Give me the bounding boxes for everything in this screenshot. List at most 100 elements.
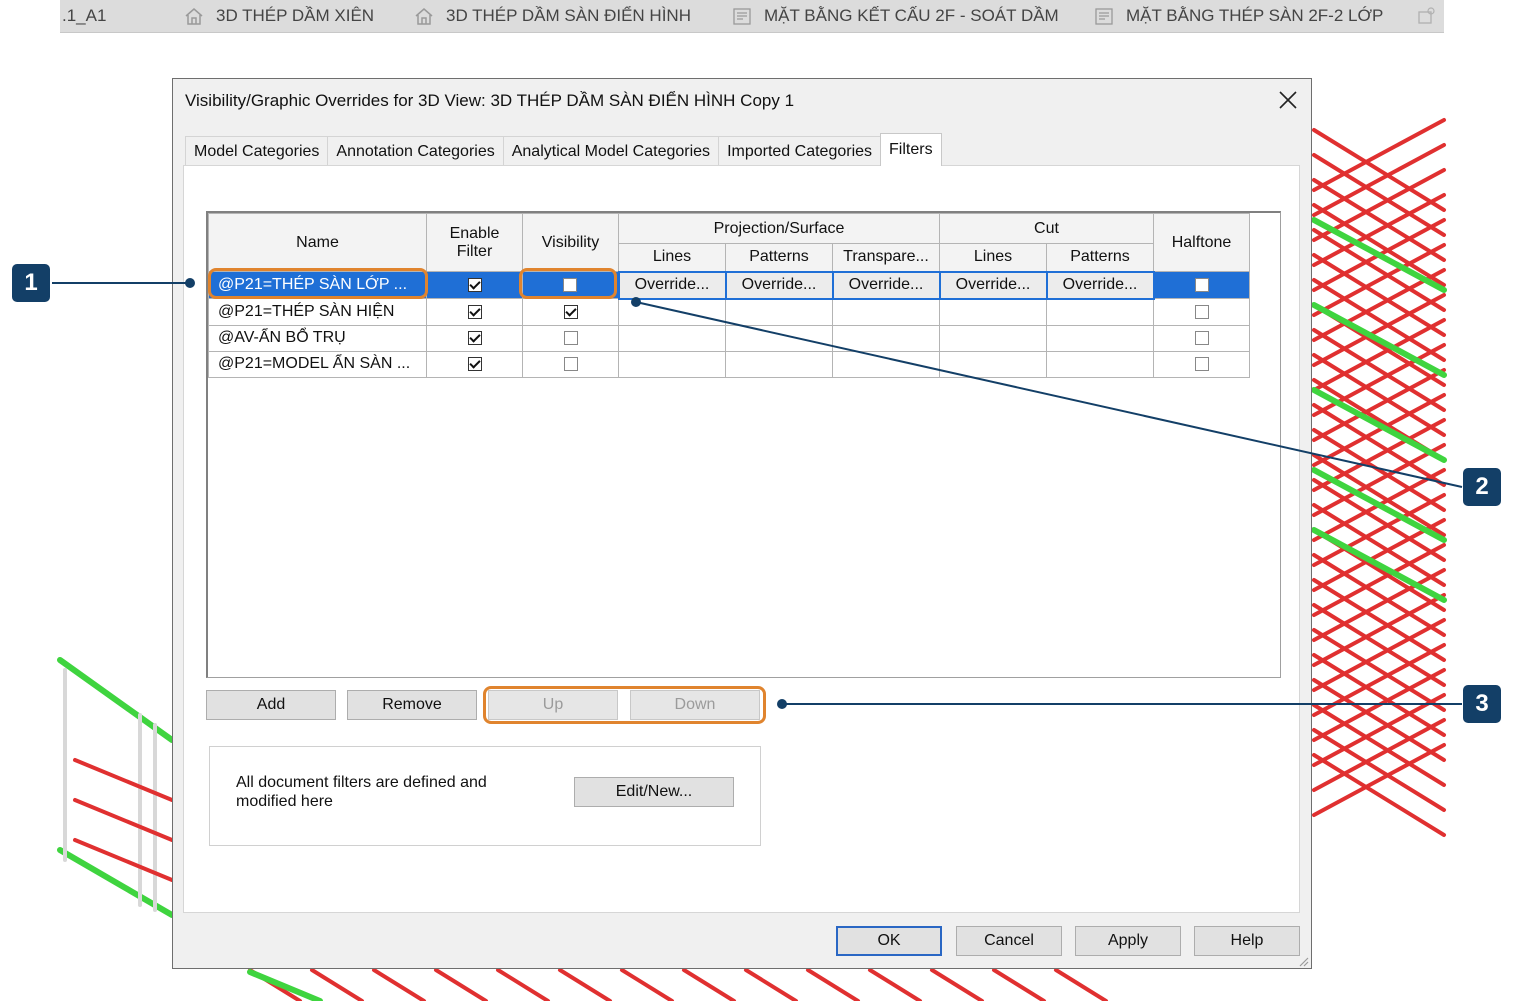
override-button[interactable]: Override... [849, 276, 924, 293]
resize-grip-icon[interactable] [1297, 954, 1309, 967]
apply-button[interactable]: Apply [1075, 926, 1181, 956]
visibility-checkbox[interactable] [563, 330, 578, 345]
proj-transparency-override-cell[interactable]: Override... [831, 270, 941, 300]
tab-imported-categories[interactable]: Imported Categories [718, 136, 882, 166]
header-text: Enable [449, 224, 500, 242]
column-header-cut-patterns[interactable]: Patterns [1046, 243, 1154, 272]
halftone-checkbox[interactable] [1194, 277, 1209, 292]
view-tab-a1[interactable]: .1_A1 [62, 0, 106, 32]
proj-patterns-override-cell[interactable] [725, 298, 833, 326]
table-row[interactable]: @P21=THÉP SÀN HIỆN [208, 298, 1250, 326]
column-header-enable-filter[interactable]: Enable Filter [426, 213, 523, 272]
view-tab-mat-bang-thep-san[interactable]: MẶT BẰNG THÉP SÀN 2F-2 LỚP [1094, 0, 1383, 32]
cut-lines-override-cell[interactable]: Override... [938, 270, 1048, 300]
proj-transparency-override-cell[interactable] [832, 298, 940, 326]
visibility-checkbox[interactable] [563, 356, 578, 371]
view-tab-3d-dam-san[interactable]: 3D THÉP DẦM SÀN ĐIỂN HÌNH [414, 0, 691, 32]
rebar-bar [1054, 968, 1108, 1001]
rebar-bar [1312, 253, 1446, 337]
halftone-cell [1153, 350, 1250, 378]
column-header-proj-lines[interactable]: Lines [618, 243, 726, 272]
tab-model-categories[interactable]: Model Categories [185, 136, 329, 166]
filter-name-cell[interactable]: @P21=MODEL ẨN SÀN ... [208, 350, 427, 378]
ok-button[interactable]: OK [836, 926, 942, 956]
column-header-proj-transparency[interactable]: Transpare... [832, 243, 940, 272]
column-header-visibility[interactable]: Visibility [522, 213, 619, 272]
override-button[interactable]: Override... [1063, 276, 1138, 293]
switch-windows-icon[interactable] [1416, 6, 1436, 26]
cut-patterns-override-cell[interactable] [1046, 350, 1154, 378]
plan-icon [732, 6, 752, 26]
table-row[interactable]: @P21=MODEL ẨN SÀN ... [208, 350, 1250, 378]
close-icon[interactable] [1277, 89, 1299, 111]
rebar-bar [806, 968, 860, 1001]
visibility-graphic-overrides-dialog: Visibility/Graphic Overrides for 3D View… [172, 78, 1312, 969]
filter-name-cell[interactable]: @P21=THÉP SÀN HIỆN [208, 298, 427, 326]
cancel-button[interactable]: Cancel [956, 926, 1062, 956]
override-button[interactable]: Override... [742, 276, 817, 293]
rebar-bar [1312, 178, 1446, 262]
tab-filters[interactable]: Filters [880, 133, 942, 166]
view-tab-mat-bang-ket-cau[interactable]: MẶT BẰNG KẾT CẤU 2F - SOÁT DẦM [732, 0, 1059, 32]
cut-lines-override-cell[interactable] [939, 324, 1047, 352]
filters-info-box: All document filters are defined and mod… [209, 746, 761, 846]
column-header-cut-lines[interactable]: Lines [939, 243, 1047, 272]
proj-lines-override-cell[interactable] [618, 298, 726, 326]
view-tab-3d-dam-xien[interactable]: 3D THÉP DẦM XIÊN [184, 0, 374, 32]
rebar-bar [1312, 403, 1446, 487]
tab-annotation-categories[interactable]: Annotation Categories [327, 136, 504, 166]
enable-filter-checkbox[interactable] [467, 356, 482, 371]
view-tab-label: .1_A1 [62, 6, 107, 25]
rebar-bar [434, 968, 488, 1001]
tab-analytical-model-categories[interactable]: Analytical Model Categories [502, 136, 720, 166]
proj-transparency-override-cell[interactable] [832, 350, 940, 378]
rebar-bar [1312, 478, 1446, 562]
proj-patterns-override-cell[interactable] [725, 350, 833, 378]
filters-info-text: All document filters are defined and mod… [236, 774, 487, 810]
add-button[interactable]: Add [206, 690, 336, 720]
enable-filter-checkbox[interactable] [467, 330, 482, 345]
rebar-bar [247, 969, 323, 1001]
enable-filter-checkbox[interactable] [467, 304, 482, 319]
proj-transparency-override-cell[interactable] [832, 324, 940, 352]
visibility-cell [522, 298, 619, 326]
halftone-checkbox[interactable] [1194, 356, 1209, 371]
override-button[interactable]: Override... [635, 276, 710, 293]
proj-lines-override-cell[interactable] [618, 350, 726, 378]
column-header-name[interactable]: Name [208, 213, 427, 272]
rebar-bar [73, 798, 174, 842]
highlight-filter-name [208, 268, 428, 299]
halftone-checkbox[interactable] [1194, 330, 1209, 345]
halftone-checkbox[interactable] [1194, 304, 1209, 319]
proj-patterns-override-cell[interactable]: Override... [724, 270, 834, 300]
filter-name-cell[interactable]: @AV-ẨN BỔ TRỤ [208, 324, 427, 352]
dialog-title: Visibility/Graphic Overrides for 3D View… [185, 91, 795, 110]
edit-new-button[interactable]: Edit/New... [574, 777, 734, 807]
override-button[interactable]: Override... [956, 276, 1031, 293]
rebar-bar [1312, 753, 1446, 837]
help-button[interactable]: Help [1194, 926, 1300, 956]
column-header-proj-patterns[interactable]: Patterns [725, 243, 833, 272]
rebar-bar [620, 968, 674, 1001]
rebar-bar [1312, 203, 1446, 287]
cut-patterns-override-cell[interactable]: Override... [1045, 270, 1155, 300]
table-row[interactable]: @AV-ẨN BỔ TRỤ [208, 324, 1250, 352]
proj-patterns-override-cell[interactable] [725, 324, 833, 352]
enable-filter-checkbox[interactable] [467, 277, 482, 292]
cut-patterns-override-cell[interactable] [1046, 324, 1154, 352]
halftone-cell [1153, 324, 1250, 352]
callout-badge-2: 2 [1463, 468, 1501, 506]
halftone-cell [1153, 271, 1250, 299]
proj-lines-override-cell[interactable] [618, 324, 726, 352]
remove-button[interactable]: Remove [347, 690, 477, 720]
cut-lines-override-cell[interactable] [939, 350, 1047, 378]
column-group-projection-surface: Projection/Surface [618, 213, 940, 244]
view-tab-bar: .1_A1 3D THÉP DẦM XIÊN 3D THÉP DẦM SÀN Đ… [60, 0, 1444, 33]
column-header-halftone[interactable]: Halftone [1153, 213, 1250, 272]
cut-lines-override-cell[interactable] [939, 298, 1047, 326]
enable-filter-cell [426, 324, 523, 352]
cut-patterns-override-cell[interactable] [1046, 298, 1154, 326]
proj-lines-override-cell[interactable]: Override... [617, 270, 727, 300]
visibility-cell [522, 324, 619, 352]
visibility-checkbox[interactable] [563, 304, 578, 319]
